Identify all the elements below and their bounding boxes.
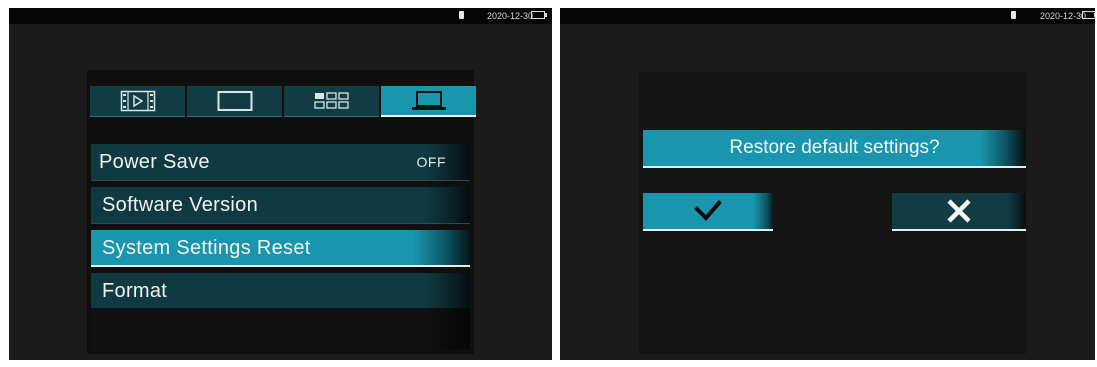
menu-item-power-save[interactable]: Power Save OFF [91,144,470,181]
menu-item-system-settings-reset[interactable]: System Settings Reset [91,230,470,267]
battery-tip [545,13,547,17]
power-save-value: OFF [416,154,446,170]
reset-dialog: Restore default settings? [639,72,1026,354]
status-date: 2020-12-30 [1040,11,1087,21]
screen-rectangle-icon [217,91,252,111]
laptop-icon [411,90,446,110]
checkmark-icon [694,200,722,221]
cancel-button[interactable] [892,193,1026,231]
status-bar: 2020-12-30 [560,8,1095,24]
status-bar: 2020-12-30 [9,8,552,24]
menu-item-label: Power Save [99,151,210,173]
confirm-button[interactable] [643,193,773,231]
grid-icon [313,92,349,109]
film-play-icon [120,90,155,112]
sd-card-icon [459,11,464,19]
battery-icon [531,11,545,19]
sd-card-icon [1011,11,1016,19]
settings-tabs [90,86,476,118]
menu-item-software-version[interactable]: Software Version [91,187,470,224]
menu-item-format[interactable]: Format [91,273,470,310]
menu-item-label: Format [102,280,168,302]
menu-empty-row [91,308,470,350]
settings-screen: 2020-12-30 Power Save OFF Software Versi… [9,8,552,360]
menu-item-label: System Settings Reset [102,237,311,259]
reset-confirm-screen: 2020-12-30 Restore default settings? [560,8,1095,360]
tab-system[interactable] [381,86,476,117]
tab-layout[interactable] [284,86,379,117]
tab-display[interactable] [187,86,282,117]
status-date: 2020-12-30 [487,11,534,21]
cross-icon [947,199,971,223]
battery-tip [1094,13,1095,17]
tab-playback[interactable] [90,86,185,117]
dialog-question: Restore default settings? [643,130,1026,168]
settings-panel: Power Save OFF Software Version System S… [87,70,476,354]
menu-item-label: Software Version [102,194,258,216]
